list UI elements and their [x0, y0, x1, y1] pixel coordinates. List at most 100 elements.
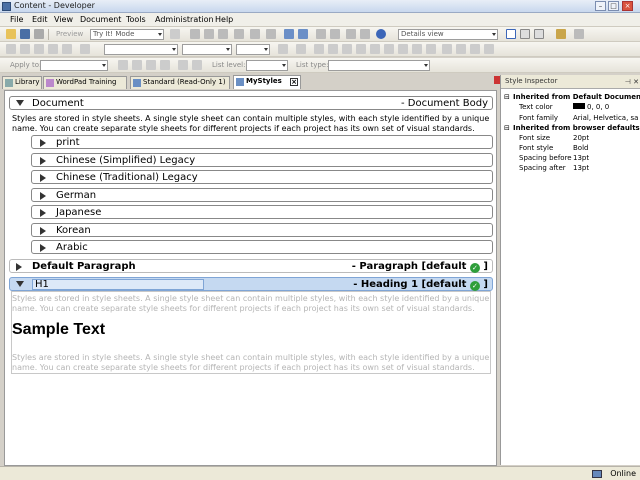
image-icon[interactable]: [456, 44, 466, 54]
style-row-print[interactable]: print: [31, 135, 493, 149]
tab-standard[interactable]: Standard (Read-Only 1): [130, 76, 230, 89]
expand-icon[interactable]: [40, 192, 46, 200]
menu-file[interactable]: File: [10, 15, 23, 24]
bold-icon[interactable]: [314, 44, 324, 54]
demote-icon[interactable]: [360, 29, 370, 39]
layout-2-icon[interactable]: [520, 29, 530, 39]
cut-icon[interactable]: [190, 29, 200, 39]
style-row-korean[interactable]: Korean: [31, 223, 493, 237]
menu-tools[interactable]: Tools: [126, 15, 146, 24]
check-icon: ✓: [469, 263, 480, 273]
menu-edit[interactable]: Edit: [32, 15, 48, 24]
menu-administration[interactable]: Administration: [155, 15, 214, 24]
expand-icon[interactable]: [40, 174, 46, 182]
list-type-select[interactable]: [328, 60, 430, 71]
format-icon[interactable]: [278, 44, 288, 54]
block-icon[interactable]: [48, 44, 58, 54]
save-icon[interactable]: [20, 29, 30, 39]
menu-view[interactable]: View: [54, 15, 73, 24]
find-icon[interactable]: [250, 29, 260, 39]
underline-icon[interactable]: [342, 44, 352, 54]
expand-icon[interactable]: [40, 209, 46, 217]
indent-icon[interactable]: [146, 60, 156, 70]
style-row-default-paragraph[interactable]: Default Paragraph - Paragraph [default ✓…: [9, 259, 493, 273]
insert-icon[interactable]: [316, 29, 326, 39]
menu-help[interactable]: Help: [215, 15, 233, 24]
list-icon[interactable]: [442, 44, 452, 54]
style-row-japanese[interactable]: Japanese: [31, 205, 493, 219]
x-icon[interactable]: [34, 44, 44, 54]
expand-icon[interactable]: [40, 227, 46, 235]
justify-icon[interactable]: [426, 44, 436, 54]
layout-3-icon[interactable]: [534, 29, 544, 39]
superscript-icon[interactable]: [356, 44, 366, 54]
redo-icon[interactable]: [298, 29, 308, 39]
remove-icon[interactable]: [330, 29, 340, 39]
style-row-h1[interactable]: H1 - Heading 1 [default ✓ ]: [9, 277, 493, 291]
style-select[interactable]: [104, 44, 178, 55]
delete-icon[interactable]: [234, 29, 244, 39]
collapse-icon[interactable]: ⊟: [504, 124, 510, 132]
tab-library[interactable]: Library: [2, 76, 42, 89]
close-tab-icon[interactable]: ×: [290, 78, 298, 86]
tab-wordpad-training[interactable]: WordPad Training: [43, 76, 127, 89]
chart-icon[interactable]: [62, 44, 72, 54]
font-select[interactable]: [182, 44, 232, 55]
outdent-icon[interactable]: [160, 60, 170, 70]
numbering-icon[interactable]: [132, 60, 142, 70]
align-center-icon[interactable]: [398, 44, 408, 54]
collapse-icon[interactable]: [16, 281, 24, 287]
brush-icon[interactable]: [296, 44, 306, 54]
close-button[interactable]: ×: [622, 1, 633, 11]
paste-icon[interactable]: [218, 29, 228, 39]
open-icon[interactable]: [6, 29, 16, 39]
help-icon[interactable]: [376, 29, 386, 39]
properties-icon[interactable]: [556, 29, 566, 39]
frame-icon[interactable]: [470, 44, 480, 54]
promote-icon[interactable]: [346, 29, 356, 39]
preview-button[interactable]: Preview: [56, 30, 83, 38]
expand-icon[interactable]: [16, 263, 22, 271]
table-icon[interactable]: [80, 44, 90, 54]
expand-icon[interactable]: [40, 157, 46, 165]
align-right-icon[interactable]: [412, 44, 422, 54]
style-row-arabic[interactable]: Arabic: [31, 240, 493, 254]
toolbar-format: [0, 42, 640, 57]
size-select[interactable]: [236, 44, 270, 55]
sync-icon[interactable]: [574, 29, 584, 39]
maximize-button[interactable]: □: [608, 1, 619, 11]
subscript-icon[interactable]: [370, 44, 380, 54]
list-level-select[interactable]: [246, 60, 288, 71]
style-row-chinese-traditional[interactable]: Chinese (Traditional) Legacy: [31, 170, 493, 184]
replace-icon[interactable]: [266, 29, 276, 39]
grid-icon[interactable]: [178, 60, 188, 70]
border-icon[interactable]: [484, 44, 494, 54]
inspector-pin-close-icon[interactable]: ⊣ ✕: [625, 76, 639, 89]
bullets-icon[interactable]: [118, 60, 128, 70]
align-left-icon[interactable]: [384, 44, 394, 54]
style-row-german[interactable]: German: [31, 188, 493, 202]
tab-mystyles[interactable]: MyStyles ×: [233, 75, 301, 89]
expand-icon[interactable]: [40, 244, 46, 252]
style-row-document[interactable]: Document - Document Body: [9, 96, 493, 110]
apply-to-select[interactable]: [40, 60, 108, 71]
link-icon[interactable]: [6, 44, 16, 54]
collapse-icon[interactable]: ⊟: [504, 93, 510, 101]
collapse-icon[interactable]: [16, 100, 24, 106]
tab-label: Standard (Read-Only 1): [143, 78, 226, 86]
minimize-button[interactable]: –: [595, 1, 606, 11]
copy-icon[interactable]: [204, 29, 214, 39]
layout-1-icon[interactable]: [506, 29, 516, 39]
undo-icon[interactable]: [284, 29, 294, 39]
refresh-icon[interactable]: [170, 29, 180, 39]
unlink-icon[interactable]: [20, 44, 30, 54]
mode-select[interactable]: Try It! Mode: [90, 29, 164, 40]
print-icon[interactable]: [34, 29, 44, 39]
columns-icon[interactable]: [192, 60, 202, 70]
expand-icon[interactable]: [40, 139, 46, 147]
menu-document[interactable]: Document: [80, 15, 121, 24]
style-name-input[interactable]: H1: [32, 279, 204, 290]
style-row-chinese-simplified[interactable]: Chinese (Simplified) Legacy: [31, 153, 493, 167]
italic-icon[interactable]: [328, 44, 338, 54]
view-select[interactable]: Details view: [398, 29, 498, 40]
